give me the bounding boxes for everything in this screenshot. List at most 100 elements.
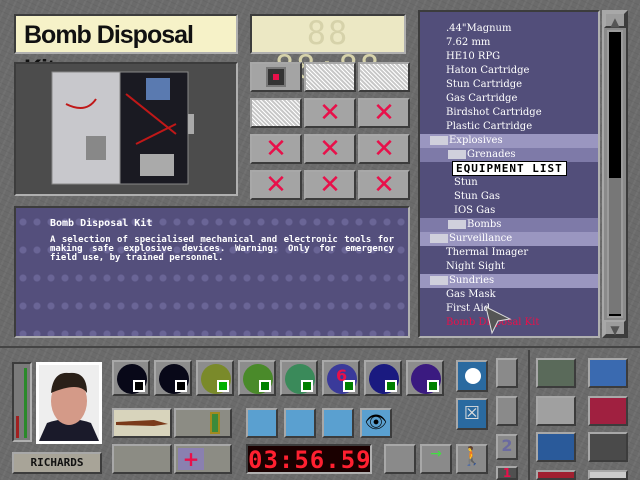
ammo-count: 6 bbox=[336, 366, 348, 385]
cross-icon: ✕ bbox=[265, 170, 287, 200]
weapon-slot-secondary[interactable] bbox=[174, 408, 232, 438]
light-toggle-icon[interactable] bbox=[456, 360, 488, 392]
slot-unavailable[interactable]: ✕ bbox=[358, 98, 410, 128]
list-item[interactable]: Stun bbox=[420, 176, 598, 190]
list-item-label: IOS Gas bbox=[454, 205, 496, 216]
tooltip: EQUIPMENT LIST bbox=[452, 161, 567, 176]
small-button-1[interactable] bbox=[496, 358, 518, 388]
folder-icon bbox=[448, 220, 466, 229]
ammo-indicator bbox=[133, 380, 145, 392]
scroll-thumb[interactable] bbox=[609, 178, 621, 314]
list-item-label: Gas Mask bbox=[446, 289, 496, 300]
scroll-down-arrow-icon[interactable]: ▼ bbox=[604, 320, 626, 337]
first-aid-icon: + bbox=[178, 448, 204, 470]
slot-unavailable[interactable]: ✕ bbox=[250, 134, 302, 164]
folder-icon[interactable] bbox=[588, 396, 628, 426]
list-item-label: Birdshot Cartridge bbox=[446, 107, 542, 118]
list-item[interactable]: Night Sight bbox=[420, 260, 598, 274]
list-item-label: Grenades bbox=[467, 149, 516, 160]
avatar bbox=[39, 365, 99, 441]
list-item-label: HE10 RPG bbox=[446, 51, 501, 62]
ammo-type-button[interactable]: 6 bbox=[322, 360, 360, 396]
slot-bomb-kit[interactable] bbox=[250, 62, 302, 92]
item-slot-2[interactable]: + bbox=[174, 444, 232, 474]
weapon-slot-primary[interactable] bbox=[112, 408, 172, 438]
list-item[interactable]: Stun Gas bbox=[420, 190, 598, 204]
cross-icon: ✕ bbox=[265, 134, 287, 164]
item-title: Bomb Disposal Kit bbox=[14, 14, 238, 83]
ammo-type-button[interactable] bbox=[112, 360, 150, 396]
folder-icon bbox=[430, 136, 448, 145]
vehicle-icon[interactable] bbox=[588, 358, 628, 388]
item-slot-1[interactable] bbox=[112, 444, 172, 474]
list-item-label: Night Sight bbox=[446, 261, 505, 272]
slot-unavailable[interactable]: ✕ bbox=[304, 98, 356, 128]
list-item-label: Stun bbox=[454, 177, 478, 188]
slot-unavailable[interactable]: ✕ bbox=[304, 170, 356, 200]
folder-icon bbox=[430, 276, 448, 285]
cut-hand-icon[interactable] bbox=[322, 408, 354, 438]
counter-a[interactable]: 2 bbox=[496, 434, 518, 460]
cross-icon: ✕ bbox=[319, 170, 341, 200]
stance-button-1[interactable] bbox=[384, 444, 416, 474]
slot-unavailable[interactable]: ✕ bbox=[358, 170, 410, 200]
scroll-up-arrow-icon[interactable]: ▲ bbox=[604, 12, 626, 29]
item-image bbox=[14, 62, 238, 196]
list-item[interactable]: Haton Cartridge bbox=[420, 64, 598, 78]
list-folder[interactable]: Explosives bbox=[420, 134, 598, 148]
point-hand-icon[interactable] bbox=[246, 408, 278, 438]
ammo-type-button[interactable] bbox=[238, 360, 276, 396]
ammo-indicator bbox=[427, 380, 439, 392]
list-item[interactable]: Gas Cartridge bbox=[420, 92, 598, 106]
operative-portrait[interactable] bbox=[36, 362, 102, 444]
list-item[interactable]: Stun Cartridge bbox=[420, 78, 598, 92]
ammo-type-button[interactable] bbox=[196, 360, 234, 396]
move-arrow-icon[interactable]: → bbox=[420, 444, 452, 474]
briefing-icon[interactable] bbox=[536, 470, 576, 480]
map-icon[interactable] bbox=[536, 358, 576, 388]
ammo-type-button[interactable] bbox=[364, 360, 402, 396]
stamina-bar bbox=[24, 367, 27, 438]
ammo-type-button[interactable] bbox=[154, 360, 192, 396]
list-item[interactable]: IOS Gas bbox=[420, 204, 598, 218]
clock-hourglass-icon[interactable] bbox=[536, 396, 576, 426]
list-item[interactable]: Plastic Cartridge bbox=[420, 120, 598, 134]
list-folder[interactable]: Sundries bbox=[420, 274, 598, 288]
walk-figure-icon[interactable]: 🚶 bbox=[456, 444, 488, 474]
ammo-indicator bbox=[301, 380, 313, 392]
slot-empty[interactable] bbox=[250, 98, 302, 128]
shotgun-icon bbox=[116, 420, 168, 426]
operative-name[interactable]: RICHARDS bbox=[12, 452, 102, 474]
cross-icon: ✕ bbox=[373, 98, 395, 128]
team-icon[interactable] bbox=[588, 432, 628, 462]
cross-icon: ✕ bbox=[373, 170, 395, 200]
target-cross-icon[interactable]: ☒ bbox=[456, 398, 488, 430]
slot-empty[interactable] bbox=[304, 62, 356, 92]
eye-icon[interactable]: 👁 bbox=[360, 408, 392, 438]
grab-hand-icon[interactable] bbox=[284, 408, 316, 438]
computer-icon[interactable] bbox=[588, 470, 628, 480]
counter-b[interactable]: 1 bbox=[496, 466, 518, 480]
small-button-2[interactable] bbox=[496, 396, 518, 426]
cross-icon: ✕ bbox=[373, 134, 395, 164]
slot-unavailable[interactable]: ✕ bbox=[304, 134, 356, 164]
list-item[interactable]: Gas Mask bbox=[420, 288, 598, 302]
ammo-indicator bbox=[385, 380, 397, 392]
slot-unavailable[interactable]: ✕ bbox=[358, 134, 410, 164]
folder-icon bbox=[430, 234, 448, 243]
list-item[interactable]: Birdshot Cartridge bbox=[420, 106, 598, 120]
list-item[interactable]: .44"Magnum bbox=[420, 22, 598, 36]
list-folder[interactable]: Bombs bbox=[420, 218, 598, 232]
list-item[interactable]: Thermal Imager bbox=[420, 246, 598, 260]
list-folder[interactable]: Grenades bbox=[420, 148, 598, 162]
ammo-type-button[interactable] bbox=[406, 360, 444, 396]
list-item-label: Thermal Imager bbox=[446, 247, 529, 258]
list-item[interactable]: HE10 RPG bbox=[420, 50, 598, 64]
list-folder[interactable]: Surveillance bbox=[420, 232, 598, 246]
list-item[interactable]: 7.62 mm bbox=[420, 36, 598, 50]
plan-icon[interactable] bbox=[536, 432, 576, 462]
bomb-kit-image bbox=[51, 71, 194, 185]
slot-empty[interactable] bbox=[358, 62, 410, 92]
ammo-type-button[interactable] bbox=[280, 360, 318, 396]
slot-unavailable[interactable]: ✕ bbox=[250, 170, 302, 200]
